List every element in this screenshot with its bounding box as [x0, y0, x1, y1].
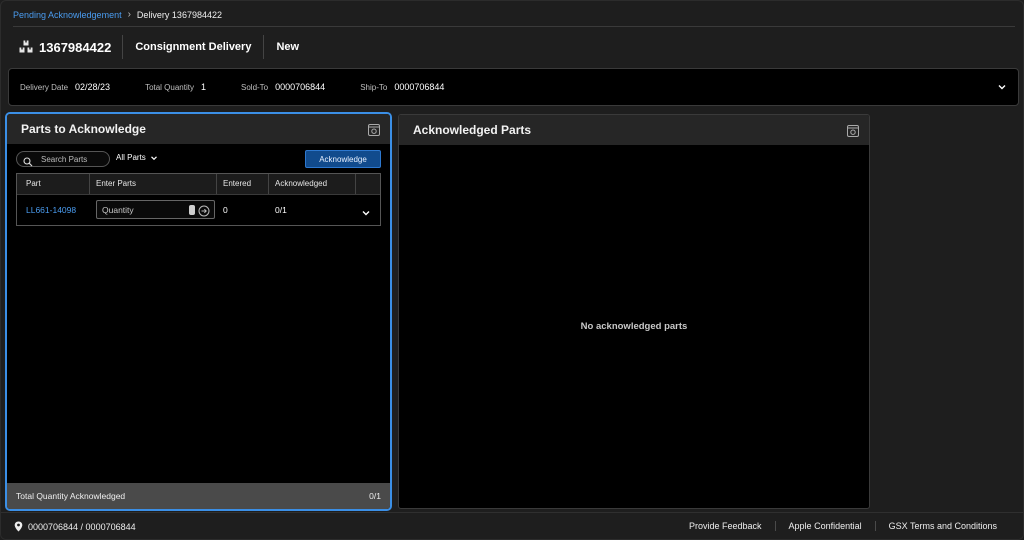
chevron-down-icon[interactable]: [997, 82, 1007, 92]
page-header: 1367984422 Consignment Delivery New: [19, 35, 311, 59]
table-row: LL661-14098 0 0/1: [17, 195, 380, 225]
app-window: Pending Acknowledgement › Delivery 13679…: [0, 0, 1024, 540]
quantity-input[interactable]: [102, 204, 182, 215]
delivery-date-value: 02/28/23: [75, 82, 111, 92]
total-quantity-label: Total Quantity: [145, 82, 194, 92]
location-pin-icon: [14, 521, 23, 532]
chevron-down-icon: [150, 155, 157, 160]
acknowledge-button[interactable]: Acknowledge: [305, 150, 381, 168]
total-quantity-acknowledged-label: Total Quantity Acknowledged: [16, 491, 126, 501]
filter-dropdown[interactable]: All Parts: [116, 153, 158, 162]
part-number-link[interactable]: LL661-14098: [26, 205, 76, 215]
location-text: 0000706844 / 0000706844: [28, 521, 136, 532]
search-box: [16, 151, 110, 167]
panel-settings-icon[interactable]: [368, 123, 380, 136]
column-header-enter-parts[interactable]: Enter Parts: [96, 179, 136, 188]
panel-header: Parts to Acknowledge: [7, 114, 390, 144]
column-header-entered[interactable]: Entered: [223, 179, 251, 188]
apple-confidential-link[interactable]: Apple Confidential: [774, 521, 875, 531]
panel-settings-icon[interactable]: [847, 124, 859, 137]
gsx-terms-link[interactable]: GSX Terms and Conditions: [874, 521, 1010, 531]
ship-to-value: 0000706844: [394, 82, 445, 92]
breadcrumb-pending-acknowledgement[interactable]: Pending Acknowledgement: [13, 10, 122, 20]
column-header-part[interactable]: Part: [26, 179, 41, 188]
acknowledged-parts-panel: Acknowledged Parts No acknowledged parts: [398, 114, 870, 509]
sold-to-label: Sold-To: [241, 82, 269, 92]
provide-feedback-link[interactable]: Provide Feedback: [676, 521, 775, 531]
quantity-field: [96, 200, 215, 219]
panel-footer: Total Quantity Acknowledged 0/1: [7, 483, 390, 509]
parts-table: Part Enter Parts Entered Acknowledged LL…: [16, 173, 381, 226]
delivery-type: Consignment Delivery: [135, 41, 252, 53]
breadcrumb-current: Delivery 1367984422: [136, 9, 222, 20]
location: 0000706844 / 0000706844: [14, 521, 136, 532]
total-quantity-acknowledged-value: 0/1: [369, 491, 381, 501]
breadcrumb: Pending Acknowledgement › Delivery 13679…: [13, 9, 222, 20]
filter-label: All Parts: [116, 153, 146, 162]
sold-to-value: 0000706844: [275, 82, 326, 92]
chevron-right-icon: ›: [127, 9, 131, 20]
delivery-date-label: Delivery Date: [20, 82, 69, 92]
quantity-stepper[interactable]: [189, 205, 195, 215]
chevron-down-icon[interactable]: [361, 205, 371, 216]
acknowledged-value: 0/1: [275, 205, 287, 215]
ship-to-label: Ship-To: [360, 82, 388, 92]
total-quantity-value: 1: [200, 82, 206, 92]
page-title: 1367984422: [39, 39, 112, 55]
boxes-icon: [19, 40, 33, 54]
status-badge: New: [276, 41, 300, 53]
divider: [13, 26, 1015, 27]
delivery-info-bar: Delivery Date 02/28/23 Total Quantity 1 …: [8, 68, 1019, 106]
empty-state-message: No acknowledged parts: [580, 321, 688, 332]
parts-to-acknowledge-panel: Parts to Acknowledge All Parts Acknowled…: [5, 112, 392, 511]
column-header-acknowledged[interactable]: Acknowledged: [275, 179, 327, 188]
footer-links: Provide Feedback Apple Confidential GSX …: [676, 521, 1010, 531]
parts-toolbar: All Parts Acknowledge: [16, 150, 381, 168]
search-icon: [23, 154, 33, 167]
footer-bar: 0000706844 / 0000706844 Provide Feedback…: [1, 512, 1023, 539]
search-input[interactable]: [41, 154, 109, 164]
entered-value: 0: [223, 205, 228, 215]
arrow-right-circle-icon[interactable]: [198, 204, 210, 217]
table-header: Part Enter Parts Entered Acknowledged: [17, 174, 380, 195]
panel-header: Acknowledged Parts: [399, 115, 869, 145]
panel-title: Parts to Acknowledge: [21, 122, 146, 136]
panel-title: Acknowledged Parts: [413, 123, 532, 137]
